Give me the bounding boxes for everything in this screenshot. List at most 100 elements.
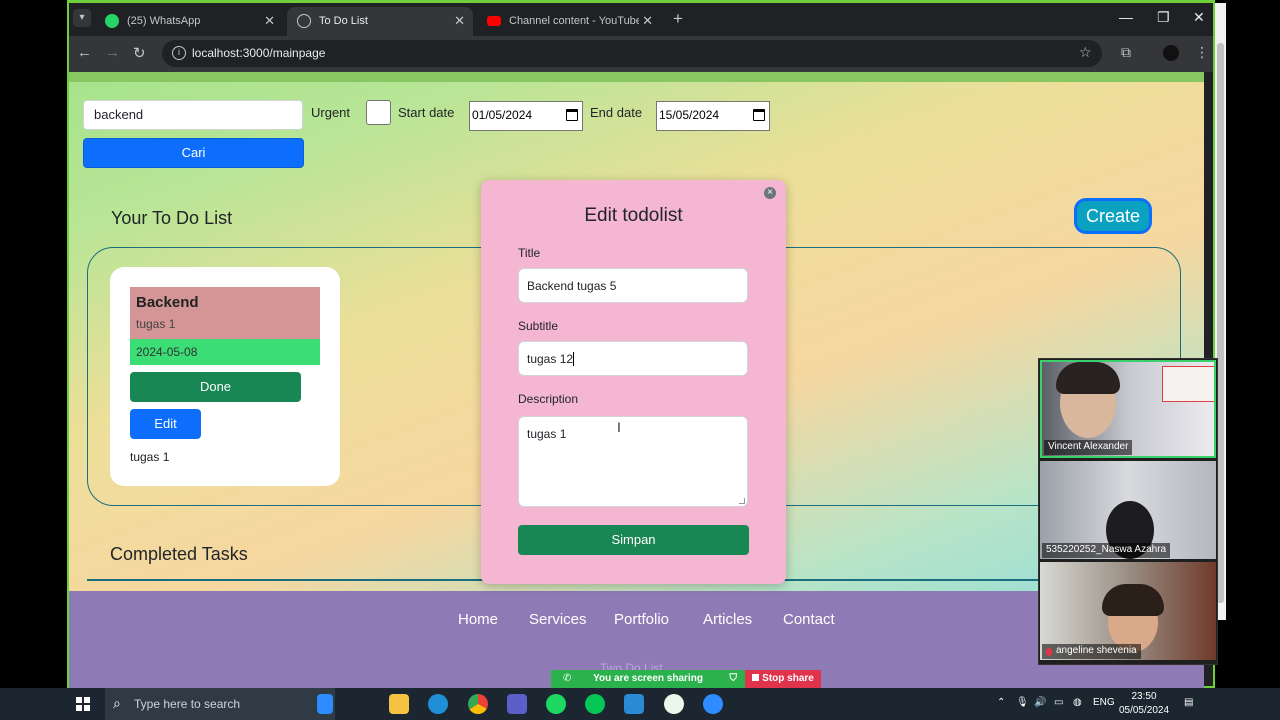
network-icon[interactable]: ◍ bbox=[1073, 697, 1082, 708]
calendar-icon[interactable] bbox=[753, 109, 765, 121]
clock-date: 05/05/2024 bbox=[1118, 705, 1170, 716]
back-icon[interactable]: ← bbox=[77, 44, 92, 61]
search-icon: ⌕ bbox=[113, 695, 121, 711]
footer-link-contact[interactable]: Contact bbox=[783, 611, 835, 628]
edit-button[interactable]: Edit bbox=[130, 409, 201, 439]
line-icon[interactable] bbox=[585, 694, 605, 714]
participant-hair bbox=[1102, 584, 1164, 616]
subtitle-label: Subtitle bbox=[518, 319, 559, 333]
shield-icon: ⛉ bbox=[729, 673, 738, 684]
tab-whatsapp[interactable]: (25) WhatsApp ✕ bbox=[95, 7, 283, 36]
taskbar-search-box[interactable]: ⌕ Type here to search bbox=[105, 688, 335, 720]
windows-start-icon[interactable] bbox=[76, 697, 90, 711]
urgent-checkbox[interactable] bbox=[366, 100, 391, 125]
extensions-icon[interactable]: ⧉ bbox=[1121, 44, 1131, 61]
zoom-icon[interactable] bbox=[703, 694, 723, 714]
title-label: Title bbox=[518, 246, 541, 260]
teams-icon[interactable] bbox=[507, 694, 527, 714]
search-button[interactable]: Cari bbox=[83, 138, 304, 168]
footer-link-services[interactable]: Services bbox=[529, 611, 587, 628]
file-explorer-icon[interactable] bbox=[389, 694, 409, 714]
taskbar: ⌕ Type here to search ⌃ 🎙 🔊 ▭ ◍ ENG 23:5… bbox=[0, 688, 1280, 720]
youtube-icon bbox=[487, 16, 501, 26]
page-top-bar bbox=[69, 72, 1204, 82]
close-icon[interactable]: × bbox=[764, 187, 776, 199]
tab-youtube[interactable]: Channel content - YouTube Stu ✕ bbox=[477, 7, 661, 36]
site-info-icon[interactable]: i bbox=[172, 46, 186, 60]
notification-icon[interactable]: ▤ bbox=[1184, 697, 1193, 708]
video-call-panel: Vincent Alexander 535220252_Naswa Azahra… bbox=[1038, 358, 1218, 665]
stop-share-label: Stop share bbox=[762, 673, 814, 684]
bookmark-star-icon[interactable]: ☆ bbox=[1079, 44, 1092, 61]
browser-toolbar: ← → ↻ i localhost:3000/mainpage ☆ ⧉ ⋮ bbox=[69, 36, 1213, 72]
title-input[interactable]: Backend tugas 5 bbox=[518, 268, 748, 303]
forward-icon[interactable]: → bbox=[105, 44, 120, 61]
start-date-input[interactable]: 01/05/2024 bbox=[469, 101, 583, 131]
language-indicator[interactable]: ENG bbox=[1093, 697, 1115, 708]
tab-strip: ▾ (25) WhatsApp ✕ To Do List ✕ Channel c… bbox=[69, 3, 1213, 36]
participant-tile[interactable]: 535220252_Naswa Azahra bbox=[1040, 461, 1216, 559]
microphone-icon[interactable]: 🎙 bbox=[1016, 697, 1029, 708]
save-button[interactable]: Simpan bbox=[518, 525, 749, 555]
done-button[interactable]: Done bbox=[130, 372, 301, 402]
description-textarea[interactable]: tugas 1 I bbox=[518, 416, 748, 507]
close-window-button[interactable]: ✕ bbox=[1193, 9, 1205, 26]
stop-icon bbox=[752, 674, 760, 681]
volume-icon[interactable]: 🔊 bbox=[1034, 697, 1046, 708]
muted-mic-icon bbox=[1046, 648, 1052, 656]
minimize-button[interactable]: — bbox=[1119, 9, 1133, 25]
restore-button[interactable]: ❐ bbox=[1157, 9, 1170, 26]
app-icon[interactable] bbox=[664, 694, 684, 714]
show-hidden-icons[interactable]: ⌃ bbox=[997, 697, 1005, 708]
edge-icon[interactable] bbox=[428, 694, 448, 714]
whatsapp-icon bbox=[105, 14, 119, 28]
calendar-icon[interactable] bbox=[566, 109, 578, 121]
card-description: tugas 1 bbox=[130, 450, 170, 464]
tab-todolist[interactable]: To Do List ✕ bbox=[287, 7, 473, 36]
create-button[interactable]: Create bbox=[1074, 198, 1152, 234]
participant-tile[interactable]: Vincent Alexander bbox=[1040, 360, 1216, 458]
slide-thumbnail bbox=[1162, 366, 1214, 402]
title-input-value: Backend tugas 5 bbox=[527, 279, 617, 293]
edit-todo-modal: × Edit todolist Title Backend tugas 5 Su… bbox=[481, 180, 786, 584]
subtitle-input[interactable]: tugas 12 bbox=[518, 341, 748, 376]
subtitle-input-value: tugas 12 bbox=[527, 352, 574, 366]
tab-label: (25) WhatsApp bbox=[127, 15, 201, 27]
tab-label: To Do List bbox=[319, 15, 368, 27]
clock[interactable]: 23:50 05/05/2024 bbox=[1118, 690, 1170, 718]
participant-name: Vincent Alexander bbox=[1044, 440, 1133, 455]
card-date: 2024-05-08 bbox=[130, 339, 320, 365]
footer-link-home[interactable]: Home bbox=[458, 611, 498, 628]
stop-share-button[interactable]: Stop share bbox=[745, 670, 821, 688]
sharing-text: You are screen sharing bbox=[593, 673, 703, 684]
footer-link-portfolio[interactable]: Portfolio bbox=[614, 611, 669, 628]
profile-avatar[interactable] bbox=[1163, 45, 1179, 61]
resize-handle[interactable] bbox=[739, 498, 745, 504]
close-tab-icon[interactable]: ✕ bbox=[264, 13, 275, 29]
url-text: localhost:3000/mainpage bbox=[192, 46, 326, 60]
screen: ▾ (25) WhatsApp ✕ To Do List ✕ Channel c… bbox=[0, 0, 1280, 720]
search-input[interactable]: backend bbox=[83, 100, 303, 130]
clock-time: 23:50 bbox=[1131, 691, 1157, 702]
globe-icon bbox=[297, 14, 311, 28]
start-date-value: 01/05/2024 bbox=[472, 108, 533, 122]
list-title: Your To Do List bbox=[111, 208, 233, 228]
battery-icon[interactable]: ▭ bbox=[1054, 697, 1063, 708]
menu-icon[interactable]: ⋮ bbox=[1195, 44, 1209, 61]
footer-link-articles[interactable]: Articles bbox=[703, 611, 752, 628]
screen-sharing-banner: ✆ You are screen sharing ⛉ bbox=[551, 670, 745, 688]
close-tab-icon[interactable]: ✕ bbox=[454, 13, 465, 29]
phone-icon: ✆ bbox=[563, 673, 572, 684]
end-date-value: 15/05/2024 bbox=[659, 108, 720, 122]
spotify-icon[interactable] bbox=[546, 694, 566, 714]
new-tab-button[interactable]: + bbox=[673, 9, 683, 29]
address-bar[interactable]: i localhost:3000/mainpage ☆ bbox=[162, 40, 1102, 67]
close-tab-icon[interactable]: ✕ bbox=[642, 13, 653, 29]
end-date-input[interactable]: 15/05/2024 bbox=[656, 101, 770, 131]
tab-search-button[interactable]: ▾ bbox=[73, 9, 91, 27]
participant-tile[interactable]: angeline shevenia bbox=[1040, 562, 1216, 660]
chrome-icon[interactable] bbox=[468, 694, 488, 714]
reload-icon[interactable]: ↻ bbox=[133, 44, 146, 62]
scrollbar-thumb[interactable] bbox=[1217, 43, 1224, 603]
vscode-icon[interactable] bbox=[624, 694, 644, 714]
